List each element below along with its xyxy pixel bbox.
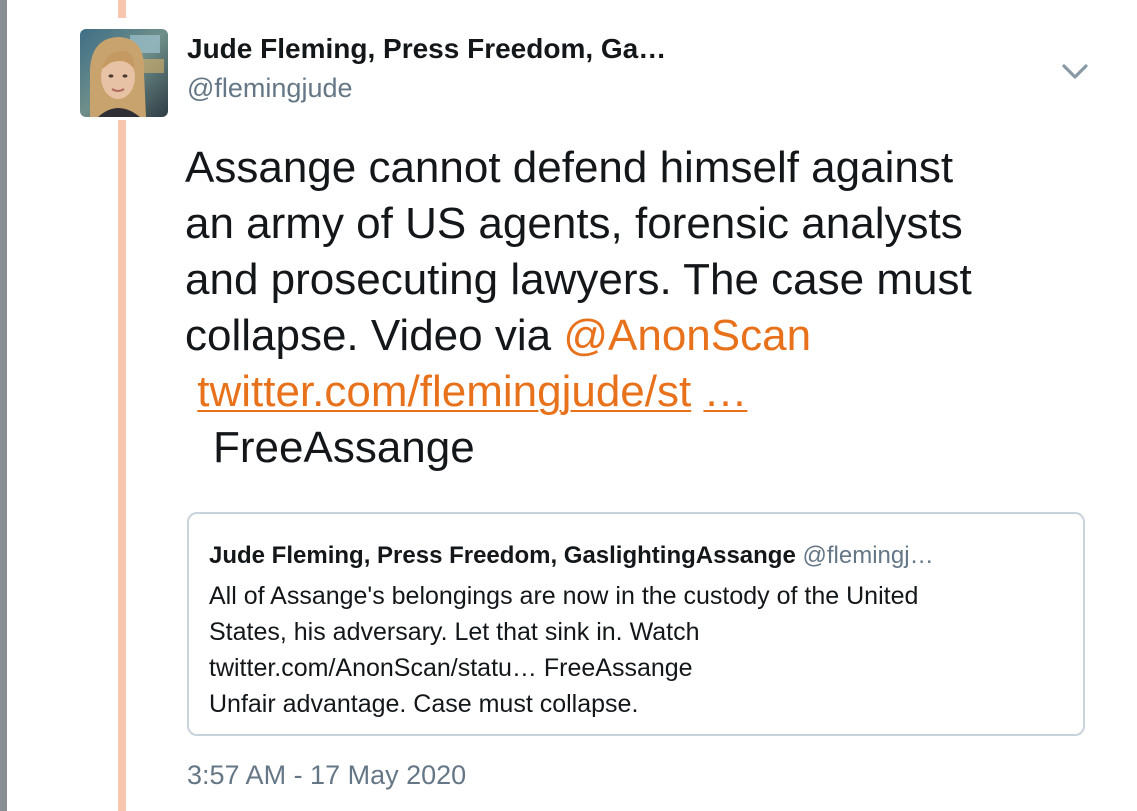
tweet-page: Jude Fleming, Press Freedom, Ga… @flemin… — [0, 0, 1137, 811]
author-name[interactable]: Jude Fleming, Press Freedom, Ga… — [187, 33, 666, 65]
chevron-down-icon[interactable] — [1058, 58, 1092, 84]
quoted-tweet-card[interactable]: Jude Fleming, Press Freedom, Gaslighting… — [187, 512, 1085, 736]
tweet-url-line: twitter.com/flemingjude/st … — [185, 364, 1105, 420]
tweet-url-ellipsis[interactable]: … — [703, 367, 747, 416]
window-edge — [0, 0, 7, 811]
mention-link[interactable]: @AnonScan — [563, 311, 811, 360]
quoted-tweet-header: Jude Fleming, Press Freedom, Gaslighting… — [209, 542, 934, 570]
quoted-text-line: Unfair advantage. Case must collapse. — [209, 690, 639, 718]
tweet-text-segment: collapse. Video via — [185, 311, 564, 360]
tweet-text-line: and prosecuting lawyers. The case must — [185, 255, 972, 304]
tweet-timestamp[interactable]: 3:57 AM - 17 May 2020 — [187, 760, 466, 791]
thread-line-top — [118, 0, 126, 18]
quoted-author-name: Jude Fleming, Press Freedom, Gaslighting… — [209, 542, 796, 569]
quoted-author-handle: @flemingj… — [802, 542, 934, 569]
quoted-text-line: All of Assange's belongings are now in t… — [209, 582, 919, 610]
quoted-text-line: twitter.com/AnonScan/statu… FreeAssange — [209, 654, 693, 682]
tweet-text-line: collapse. Video via @AnonScan — [185, 308, 1105, 364]
tweet-text: Assange cannot defend himself against an… — [185, 140, 1105, 476]
avatar-image — [80, 29, 168, 117]
avatar[interactable] — [80, 29, 168, 117]
thread-line — [118, 120, 126, 811]
author-handle[interactable]: @flemingjude — [187, 73, 353, 104]
tweet-text-line: Assange cannot defend himself against — [185, 143, 954, 192]
tweet-text-line: an army of US agents, forensic analysts — [185, 199, 963, 248]
tweet-url-link[interactable]: twitter.com/flemingjude/st — [197, 367, 691, 416]
quoted-tweet-text: All of Assange's belongings are now in t… — [209, 578, 918, 722]
hashtag[interactable]: FreeAssange — [185, 420, 1105, 476]
quoted-text-line: States, his adversary. Let that sink in.… — [209, 618, 700, 646]
